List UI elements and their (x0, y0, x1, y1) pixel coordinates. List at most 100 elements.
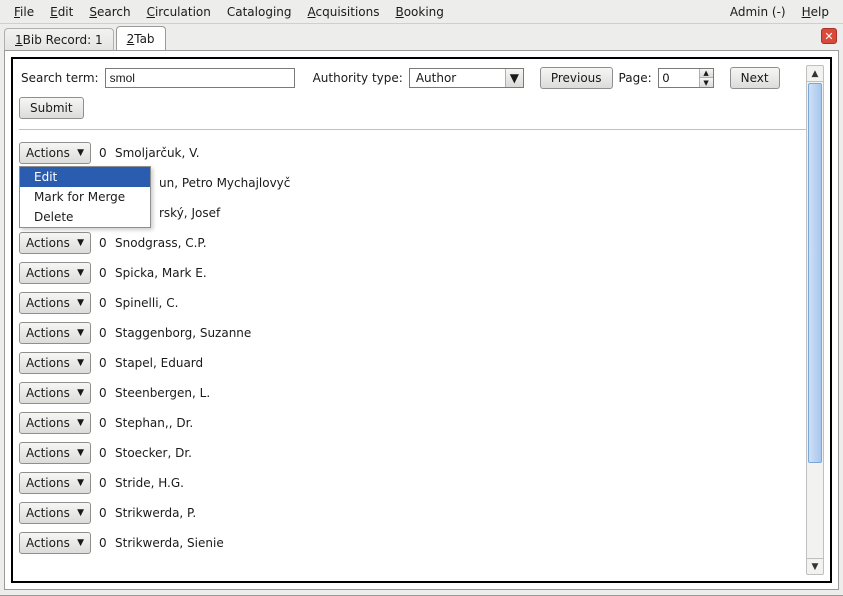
result-name: Stride, H.G. (115, 476, 184, 490)
menu-circulation[interactable]: Circulation (139, 3, 219, 21)
result-count: 0 (99, 386, 107, 400)
next-button[interactable]: Next (730, 67, 780, 89)
result-name: Stephan,, Dr. (115, 416, 193, 430)
tab-content: Search term: Authority type: Author ▼ Pr… (4, 50, 839, 590)
chevron-down-icon: ▼ (77, 448, 84, 458)
chevron-down-icon: ▼ (77, 418, 84, 428)
actions-button-label: Actions (26, 236, 70, 250)
result-row: Actions ▼ 0 Spicka, Mark E. (19, 258, 806, 288)
result-row: Actions ▼ 0 Strikwerda, P. (19, 498, 806, 528)
result-count: 0 (99, 446, 107, 460)
actions-button[interactable]: Actions▼ (19, 532, 91, 554)
result-count: 0 (99, 266, 107, 280)
result-count: 0 (99, 476, 107, 490)
chevron-down-icon: ▼ (77, 508, 84, 518)
result-row: Actions▼0Stephan,, Dr. (19, 408, 806, 438)
separator (19, 129, 806, 130)
scroll-thumb[interactable] (808, 83, 822, 463)
tab-label: Tab (134, 32, 154, 46)
result-name: Steenbergen, L. (115, 386, 210, 400)
page-input[interactable] (659, 69, 699, 87)
menu-help[interactable]: Help (794, 3, 837, 21)
results-list: Actions▼0Smoljarčuk, V. un, Petro Mychajl… (19, 138, 806, 558)
actions-button-label: Actions (26, 416, 70, 430)
chevron-down-icon[interactable]: ▼ (505, 69, 523, 87)
actions-button-label: Actions (26, 296, 70, 310)
result-row: Actions▼0Staggenborg, Suzanne (19, 318, 806, 348)
submit-button[interactable]: Submit (19, 97, 84, 119)
result-count: 0 (99, 236, 107, 250)
actions-button[interactable]: Actions ▼ (19, 352, 91, 374)
actions-menu-edit[interactable]: Edit (20, 167, 150, 187)
actions-menu-mark[interactable]: Mark for Merge (20, 187, 150, 207)
actions-button[interactable]: Actions▼ (19, 322, 91, 344)
search-term-label: Search term: (21, 71, 99, 85)
search-term-input[interactable] (105, 68, 295, 88)
menu-cataloging[interactable]: Cataloging (219, 3, 300, 21)
actions-button[interactable]: Actions ▼ (19, 412, 91, 434)
page-step-down[interactable]: ▼ (699, 78, 713, 87)
menu-admin[interactable]: Admin (-) (722, 3, 794, 21)
actions-button[interactable]: Actions▼ (19, 142, 91, 164)
chevron-down-icon: ▼ (77, 238, 84, 248)
actions-button-label: Actions (26, 386, 70, 400)
chevron-down-icon: ▼ (77, 268, 84, 278)
menu-booking[interactable]: Booking (387, 3, 451, 21)
menu-acquisitions[interactable]: Acquisitions (300, 3, 388, 21)
result-row: Actions▼ 0 Steenbergen, L. (19, 378, 806, 408)
actions-menu-delete[interactable]: Delete (20, 207, 150, 227)
actions-button[interactable]: Actions ▼ (19, 232, 91, 254)
result-name: Staggenborg, Suzanne (115, 326, 251, 340)
authority-type-value: Author (410, 71, 505, 85)
result-row: Actions▼ 0 Strikwerda, Sienie (19, 528, 806, 558)
result-row: Actions▼0Stapel, Eduard (19, 348, 806, 378)
result-name: Stoecker, Dr. (115, 446, 192, 460)
chevron-down-icon: ▼ (77, 298, 84, 308)
chevron-down-icon: ▼ (77, 478, 84, 488)
records-panel: Search term: Authority type: Author ▼ Pr… (11, 57, 832, 583)
result-row: Actions▼0Smoljarčuk, V. (19, 138, 806, 168)
page-step-up[interactable]: ▲ (699, 69, 713, 78)
tab-2[interactable]: 2 Tab (116, 26, 166, 50)
search-row: Search term: Authority type: Author ▼ Pr… (19, 65, 806, 97)
actions-button-label: Actions (26, 536, 70, 550)
result-name: Strikwerda, Sienie (115, 536, 224, 550)
result-name: Strikwerda, P. (115, 506, 196, 520)
actions-button-label: Actions (26, 446, 70, 460)
actions-button-label: Actions (26, 506, 70, 520)
actions-button-label: Actions (26, 266, 70, 280)
actions-dropdown: EditMark for MergeDelete (19, 166, 151, 228)
result-row: Actions ▼ 0 Stride, H.G. (19, 468, 806, 498)
previous-button[interactable]: Previous (540, 67, 613, 89)
actions-button[interactable]: Actions ▼ (19, 292, 91, 314)
result-count: 0 (99, 356, 107, 370)
scroll-down-icon[interactable]: ▼ (807, 558, 823, 574)
actions-button[interactable]: Actions ▼ (19, 442, 91, 464)
scrollbar[interactable]: ▲ ▼ (806, 65, 824, 575)
actions-button[interactable]: Actions ▼ (19, 502, 91, 524)
result-count: 0 (99, 536, 107, 550)
actions-button-label: Actions (26, 356, 70, 370)
result-name: Spinelli, C. (115, 296, 178, 310)
result-count: 0 (99, 506, 107, 520)
tab-close-button[interactable]: ✕ (821, 28, 837, 44)
authority-type-combo[interactable]: Author ▼ (409, 68, 524, 88)
result-name: Spicka, Mark E. (115, 266, 207, 280)
tab-bib-record-1[interactable]: 1 Bib Record: 1 (4, 28, 114, 50)
result-row: Actions▼0Snodgrass, C.P. (19, 228, 806, 258)
scroll-up-icon[interactable]: ▲ (807, 66, 823, 82)
actions-button[interactable]: Actions▼ (19, 382, 91, 404)
menu-edit[interactable]: Edit (42, 3, 81, 21)
actions-button[interactable]: Actions ▼ (19, 262, 91, 284)
result-name: un, Petro Mychajlovyč (159, 176, 290, 190)
result-name: rský, Josef (159, 206, 220, 220)
actions-button-label: Actions (26, 476, 70, 490)
menu-file[interactable]: File (6, 3, 42, 21)
chevron-down-icon: ▼ (77, 358, 84, 368)
actions-button[interactable]: Actions ▼ (19, 472, 91, 494)
page-stepper[interactable]: ▲ ▼ (658, 68, 714, 88)
tab-bar: 1 Bib Record: 1 2 Tab ✕ (0, 24, 843, 50)
tab-accel: 1 (15, 33, 23, 47)
menu-search[interactable]: Search (81, 3, 138, 21)
chevron-down-icon: ▼ (77, 328, 84, 338)
